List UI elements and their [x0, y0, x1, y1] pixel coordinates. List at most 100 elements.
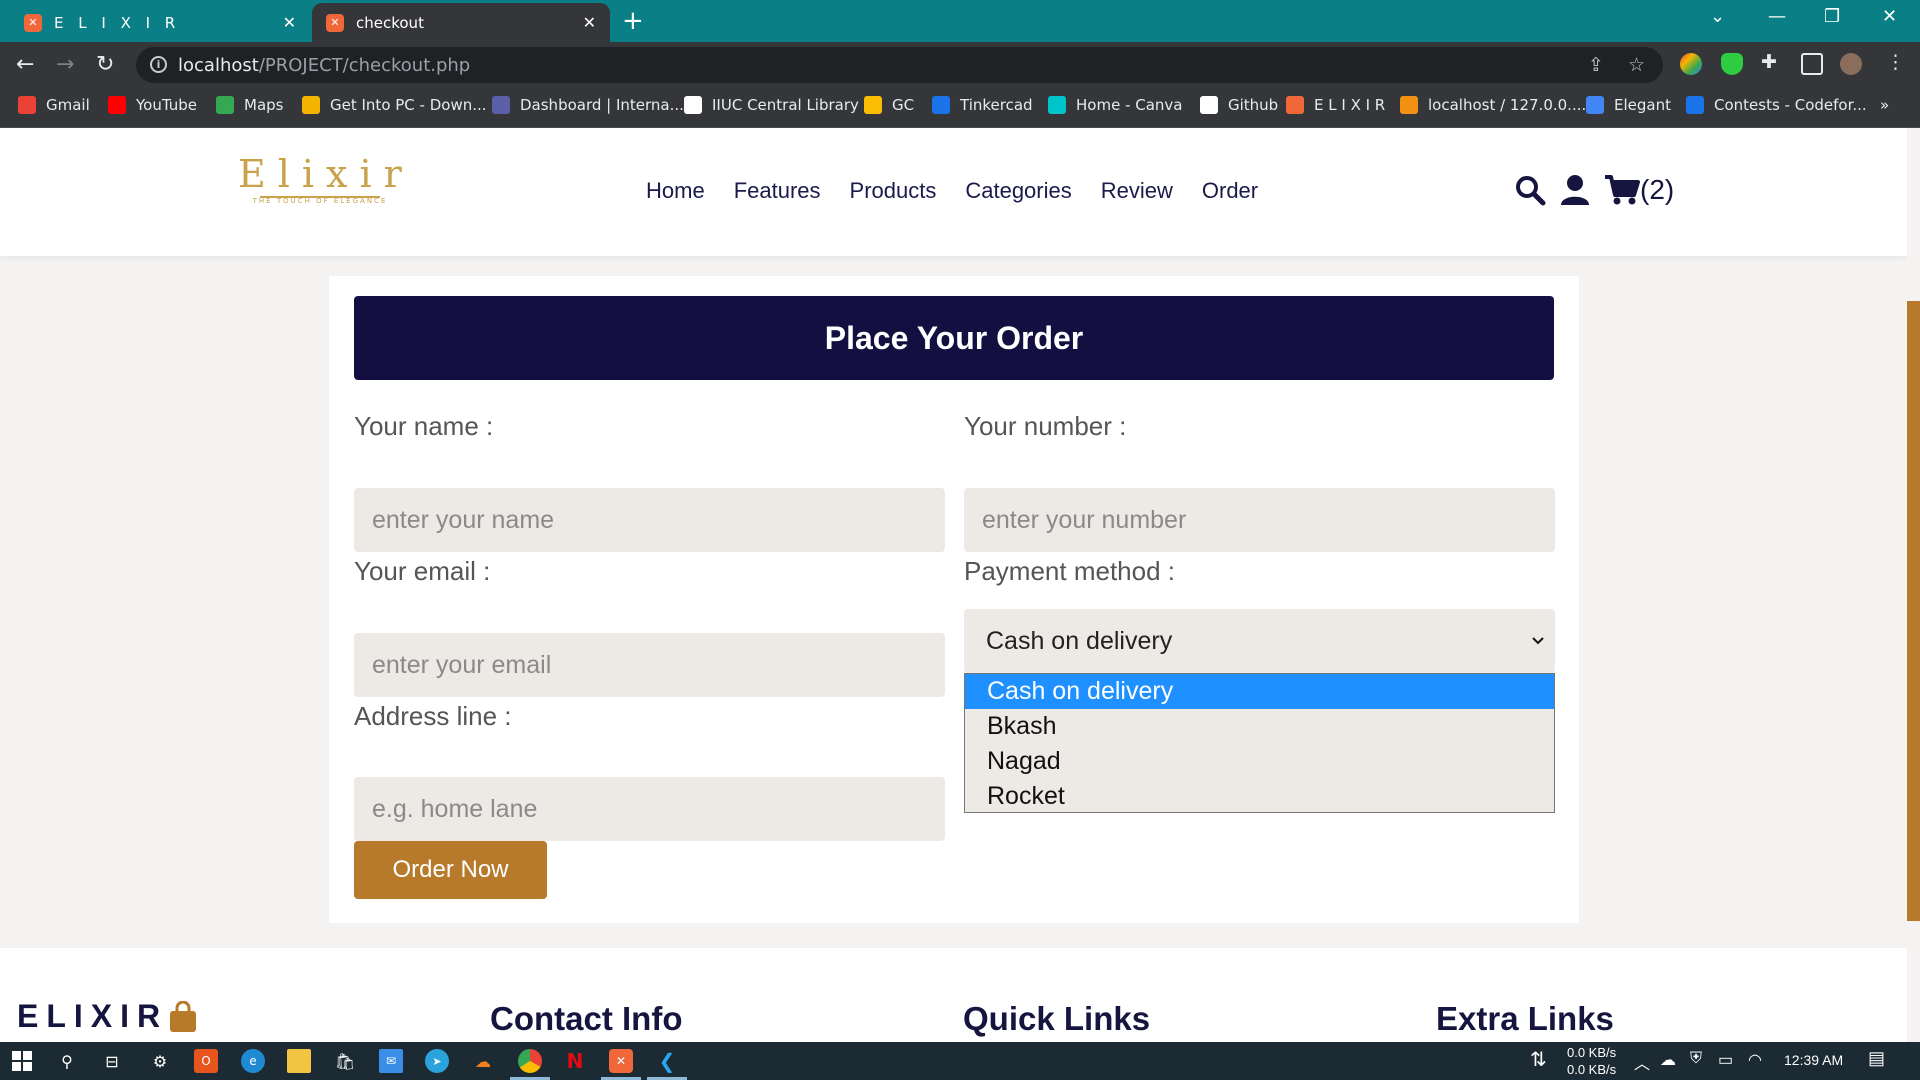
page-scrollbar[interactable]: [1907, 128, 1920, 1042]
footer-brand[interactable]: ELIXIR: [17, 998, 198, 1035]
extension-icon[interactable]: [1680, 53, 1702, 75]
url-path: /PROJECT/checkout.php: [258, 55, 471, 76]
nav-products[interactable]: Products: [850, 178, 937, 204]
restore-icon[interactable]: ❐: [1824, 6, 1840, 27]
payment-label: Payment method :: [964, 556, 1175, 586]
address-input[interactable]: [354, 777, 945, 841]
bookmark-item[interactable]: Contests - Codefor...: [1686, 96, 1867, 114]
bookmark-item[interactable]: Github: [1200, 96, 1278, 114]
menu-kebab-icon[interactable]: ⋮: [1886, 51, 1905, 73]
cart-button[interactable]: (2): [1604, 174, 1674, 206]
minimize-icon[interactable]: —: [1768, 6, 1786, 27]
forward-icon[interactable]: →: [56, 52, 74, 77]
bookmark-label: GC: [892, 96, 915, 114]
windows-taskbar: ⚲ ⊟ ⚙ O e 🛍 ✉ ➤ ☁ N ✕ ❮ ⇅ 0.0 KB/s 0.0 K…: [0, 1042, 1920, 1080]
bookmark-label: E L I X I R: [1314, 96, 1386, 114]
windows-start-icon[interactable]: [10, 1049, 34, 1073]
security-shield-icon[interactable]: ⛨: [1690, 1050, 1702, 1068]
task-view-icon[interactable]: ⊟: [100, 1049, 124, 1073]
bookmark-item[interactable]: GC: [864, 96, 914, 114]
nav-features[interactable]: Features: [734, 178, 821, 204]
close-icon[interactable]: ✕: [583, 13, 596, 32]
window-close-icon[interactable]: ✕: [1882, 6, 1897, 27]
order-now-button[interactable]: Order Now: [354, 841, 547, 899]
bookmark-item[interactable]: E L I X I R: [1286, 96, 1385, 114]
dashboard-icon: [492, 96, 510, 114]
profile-avatar[interactable]: [1840, 53, 1862, 75]
bookmark-star-icon[interactable]: ☆: [1628, 54, 1645, 76]
nav-home[interactable]: Home: [646, 178, 705, 204]
user-icon[interactable]: [1560, 174, 1590, 206]
battery-icon[interactable]: ▭: [1718, 1050, 1733, 1070]
nav-order[interactable]: Order: [1202, 178, 1258, 204]
email-input[interactable]: [354, 633, 945, 697]
address-bar[interactable]: i localhost/PROJECT/checkout.php ⇪ ☆: [136, 47, 1663, 83]
payment-method-select[interactable]: Cash on delivery: [964, 609, 1555, 673]
cloud-app-icon[interactable]: ☁: [471, 1049, 495, 1073]
site-info-icon[interactable]: i: [150, 56, 167, 73]
more-bookmarks-icon[interactable]: »: [1880, 96, 1889, 114]
side-panel-icon[interactable]: [1801, 53, 1823, 75]
back-icon[interactable]: ←: [16, 52, 34, 77]
net-up-speed: 0.0 KB/s: [1567, 1062, 1617, 1077]
chrome-icon[interactable]: [510, 1049, 550, 1080]
xampp-icon[interactable]: ✕: [601, 1049, 641, 1080]
payment-option-rocket[interactable]: Rocket: [965, 779, 1554, 814]
nav-review[interactable]: Review: [1101, 178, 1173, 204]
bookmark-item[interactable]: Elegant: [1586, 96, 1671, 114]
number-input[interactable]: [964, 488, 1555, 552]
onedrive-cloud-icon[interactable]: ☁: [1660, 1050, 1676, 1070]
getintopc-icon: [302, 96, 320, 114]
phpmyadmin-icon: [1400, 96, 1418, 114]
bookmark-item[interactable]: Home - Canva: [1048, 96, 1183, 114]
github-icon: [1200, 96, 1218, 114]
payment-selected-value: Cash on delivery: [986, 626, 1173, 655]
site-logo[interactable]: Elixir THE TOUCH OF ELEGANCE: [238, 152, 402, 222]
payment-option-nagad[interactable]: Nagad: [965, 744, 1554, 779]
new-tab-icon[interactable]: +: [622, 6, 644, 36]
vscode-icon[interactable]: ❮: [647, 1049, 687, 1080]
office-icon[interactable]: O: [194, 1049, 218, 1073]
scrollbar-thumb[interactable]: [1907, 301, 1920, 921]
store-icon[interactable]: 🛍: [333, 1049, 357, 1073]
name-input[interactable]: [354, 488, 945, 552]
search-icon[interactable]: ⚲: [55, 1049, 79, 1073]
bookmark-item[interactable]: IIUC Central Library: [684, 96, 859, 114]
notifications-icon[interactable]: ▤: [1868, 1048, 1885, 1069]
url-text: localhost/PROJECT/checkout.php: [178, 55, 470, 76]
bookmark-item[interactable]: Get Into PC - Down...: [302, 96, 487, 114]
bookmark-item[interactable]: Maps: [216, 96, 283, 114]
logo-word: Elixir: [238, 152, 414, 196]
chevron-up-icon[interactable]: ︿: [1634, 1050, 1650, 1074]
bookmark-item[interactable]: Gmail: [18, 96, 90, 114]
file-explorer-icon[interactable]: [287, 1049, 311, 1073]
address-label: Address line :: [354, 701, 512, 731]
search-icon[interactable]: [1514, 174, 1546, 206]
classroom-icon: [864, 96, 882, 114]
close-icon[interactable]: ✕: [283, 13, 296, 32]
telegram-icon[interactable]: ➤: [425, 1049, 449, 1073]
wifi-icon[interactable]: ◠: [1748, 1050, 1762, 1070]
edge-icon[interactable]: e: [241, 1049, 265, 1073]
chevron-down-icon: [1532, 637, 1544, 645]
bookmark-item[interactable]: Dashboard | Interna...: [492, 96, 684, 114]
tab-search-icon[interactable]: ⌄: [1710, 6, 1725, 27]
payment-option-bkash[interactable]: Bkash: [965, 709, 1554, 744]
mail-icon[interactable]: ✉: [379, 1049, 403, 1073]
payment-option-cash[interactable]: Cash on delivery: [965, 674, 1554, 709]
reload-icon[interactable]: ↻: [96, 52, 114, 77]
netflix-icon[interactable]: N: [563, 1049, 587, 1073]
nav-categories[interactable]: Categories: [965, 178, 1071, 204]
shopping-bag-icon: [170, 1000, 197, 1032]
share-icon[interactable]: ⇪: [1588, 54, 1604, 76]
settings-gear-icon[interactable]: ⚙: [148, 1049, 172, 1073]
bookmark-item[interactable]: YouTube: [108, 96, 197, 114]
tab-checkout[interactable]: ✕ checkout ✕: [312, 3, 610, 42]
extensions-puzzle-icon[interactable]: ✚: [1761, 51, 1777, 73]
bookmark-item[interactable]: localhost / 127.0.0....: [1400, 96, 1586, 114]
footer-quicklinks-heading: Quick Links: [963, 1000, 1151, 1037]
bookmark-item[interactable]: Tinkercad: [932, 96, 1033, 114]
shield-extension-icon[interactable]: [1721, 53, 1743, 75]
clock-time[interactable]: 12:39 AM: [1784, 1052, 1843, 1068]
tab-elixir[interactable]: ✕ E L I X I R ✕: [10, 3, 310, 42]
